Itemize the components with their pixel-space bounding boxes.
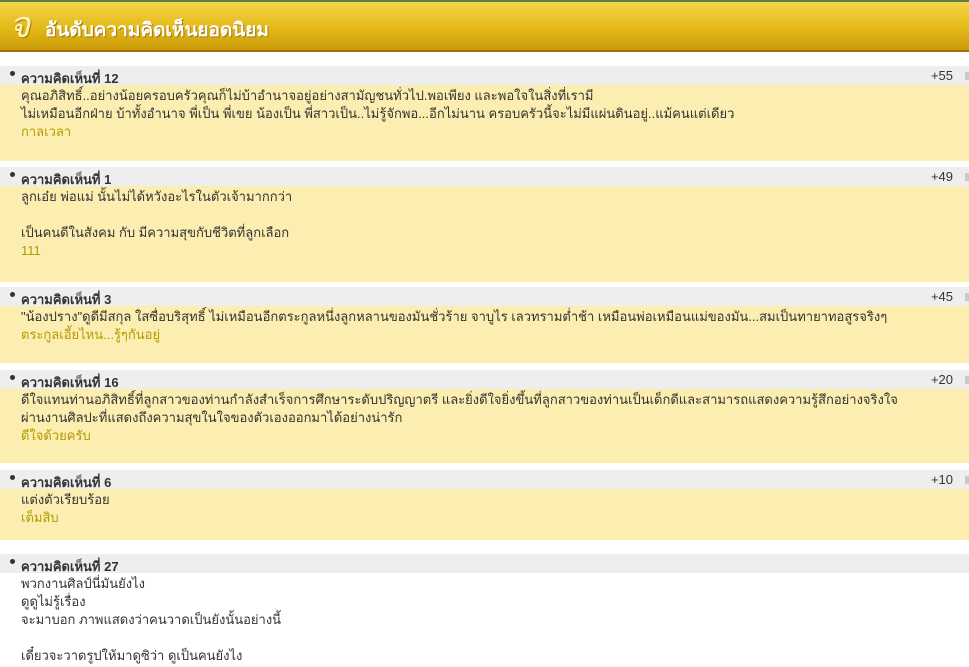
bullet-icon: [10, 172, 15, 177]
comment-line: [21, 206, 969, 224]
comment-score: +55: [930, 68, 953, 83]
comment-line: เดี๋ยวจะวาดรูปให้มาดูซิว่า ดูเป็นคนยังไง: [21, 648, 243, 663]
comment-line: พวกงานศิลป์นี่มันยังไง: [21, 576, 145, 591]
bullet-icon: [10, 375, 15, 380]
comment-item: ความคิดเห็นที่ 6 +10 แต่งตัวเรียบร้อย เต…: [0, 470, 969, 540]
comment-item: ความคิดเห็นที่ 16 +20 ดีใจแทนท่านอภิสิทธ…: [0, 370, 969, 463]
edge-marker-icon: [965, 293, 969, 301]
logo-icon: จ: [9, 5, 31, 46]
comment-line: จะมาบอก ภาพแสดงว่าคนวาดเป็นยังนั้นอย่างน…: [21, 612, 282, 627]
comment-signature: กาลเวลา: [21, 124, 72, 139]
comment-header: ความคิดเห็นที่ 16 +20: [0, 370, 969, 390]
comment-signature: เต็มสิบ: [21, 510, 59, 525]
comment-body: "น้องปราง"ดูดีมีสกุล ใสซื่อบริสุทธิ์ ไม่…: [0, 306, 969, 344]
bullet-icon: [10, 475, 15, 480]
comment-line: ดูดูไม่รู้เรื่อง: [21, 594, 86, 609]
comment-number-link[interactable]: ความคิดเห็นที่ 16: [21, 372, 119, 393]
comment-score: +20: [930, 372, 953, 387]
bullet-icon: [10, 292, 15, 297]
comment-score: +10: [930, 472, 953, 487]
comment-body: คุณอภิสิทธิ์..อย่างน้อยครอบครัวคุณก็ไม่บ…: [0, 85, 969, 141]
comment-line: เป็นคนดีในสังคม กับ มีความสุขกับชีวิตที่…: [21, 225, 290, 240]
comment-signature: ดีใจด้วยครับ: [21, 428, 91, 443]
comment-signature: 111: [21, 243, 41, 258]
comment-score: +45: [930, 289, 953, 304]
edge-marker-icon: [965, 72, 969, 80]
bullet-icon: [10, 559, 15, 564]
comment-number-link[interactable]: ความคิดเห็นที่ 6: [21, 472, 111, 493]
comment-score: +49: [930, 169, 953, 184]
comment-item: ความคิดเห็นที่ 12 +55 คุณอภิสิทธิ์..อย่า…: [0, 66, 969, 161]
comment-header: ความคิดเห็นที่ 6 +10: [0, 470, 969, 490]
edge-marker-icon: [965, 476, 969, 484]
comment-number-link[interactable]: ความคิดเห็นที่ 1: [21, 169, 111, 190]
comment-header: ความคิดเห็นที่ 12 +55: [0, 66, 969, 86]
comment-body: พวกงานศิลป์นี่มันยังไง ดูดูไม่รู้เรื่อง …: [0, 573, 969, 665]
comment-item: ความคิดเห็นที่ 27 พวกงานศิลป์นี่มันยังไง…: [0, 554, 969, 667]
comment-number-link[interactable]: ความคิดเห็นที่ 3: [21, 289, 111, 310]
comment-signature: ตระกูลเอี้ยไหน...รู้ๆกันอยู่: [21, 327, 161, 342]
comment-body: ลูกเอ๋ย พ่อแม่ นั้นไม่ได้หวังอะไรในตัวเจ…: [0, 186, 969, 260]
comment-line: [21, 629, 969, 647]
comment-line: ดีใจแทนท่านอภิสิทธิ์ที่ลูกสาวของท่านกำลั…: [21, 392, 898, 407]
comment-body: แต่งตัวเรียบร้อย เต็มสิบ: [0, 489, 969, 527]
page-title: อันดับความคิดเห็นยอดนิยม: [45, 20, 269, 41]
bullet-icon: [10, 71, 15, 76]
page-header: จ อันดับความคิดเห็นยอดนิยม: [0, 2, 969, 52]
comment-number-link[interactable]: ความคิดเห็นที่ 12: [21, 68, 119, 89]
comment-line: ไม่เหมือนอีกฝ่าย บ้าทั้งอำนาจ พี่เป็น พี…: [21, 106, 735, 121]
edge-marker-icon: [965, 173, 969, 181]
comment-line: คุณอภิสิทธิ์..อย่างน้อยครอบครัวคุณก็ไม่บ…: [21, 88, 594, 103]
edge-marker-icon: [965, 376, 969, 384]
comment-header: ความคิดเห็นที่ 1 +49: [0, 167, 969, 187]
comment-line: ผ่านงานศิลปะที่แสดงถึงความสุขในใจของตัวเ…: [21, 410, 403, 425]
comment-line: ลูกเอ๋ย พ่อแม่ นั้นไม่ได้หวังอะไรในตัวเจ…: [21, 189, 293, 204]
comment-header: ความคิดเห็นที่ 27: [0, 554, 969, 574]
comment-body: ดีใจแทนท่านอภิสิทธิ์ที่ลูกสาวของท่านกำลั…: [0, 389, 969, 445]
comment-header: ความคิดเห็นที่ 3 +45: [0, 287, 969, 307]
comment-line: "น้องปราง"ดูดีมีสกุล ใสซื่อบริสุทธิ์ ไม่…: [21, 309, 888, 324]
comment-item: ความคิดเห็นที่ 1 +49 ลูกเอ๋ย พ่อแม่ นั้น…: [0, 167, 969, 282]
comment-item: ความคิดเห็นที่ 3 +45 "น้องปราง"ดูดีมีสกุ…: [0, 287, 969, 363]
comment-line: แต่งตัวเรียบร้อย: [21, 492, 110, 507]
comment-number-link[interactable]: ความคิดเห็นที่ 27: [21, 556, 119, 577]
